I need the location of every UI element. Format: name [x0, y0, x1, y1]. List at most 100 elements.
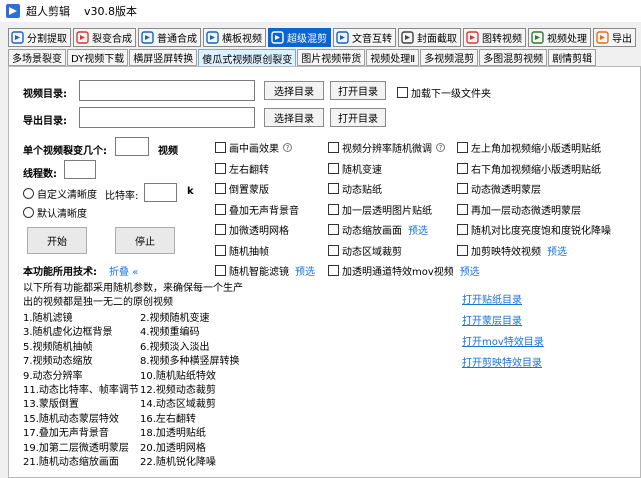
export-open-dir-button[interactable]: 打开目录: [330, 108, 386, 127]
default-resolution-radio[interactable]: 默认清晰度: [23, 205, 87, 220]
options_col1-item-6[interactable]: 随机抽帧: [215, 243, 269, 258]
tab-9[interactable]: 视频处理: [528, 28, 591, 47]
main-tab-bar: 分割提取 裂变合成 普通合成 横板视频 超级混剪 文音互转 封面截取 图转视频 视频处理 导出: [8, 28, 641, 47]
checkbox-box[interactable]: [457, 162, 468, 174]
help-icon[interactable]: ?: [283, 143, 292, 152]
subtab-3[interactable]: 横屏竖屏转换: [129, 49, 198, 66]
checkbox-box[interactable]: [215, 183, 226, 194]
options_col2-item-1[interactable]: 视频分辨率随机微调?: [328, 140, 445, 155]
options_col1-item-7[interactable]: 随机智能滤镜 预选: [215, 263, 315, 278]
stop-button[interactable]: 停止: [115, 227, 175, 254]
options_col2-item-3[interactable]: 动态贴纸: [328, 181, 382, 196]
options_col3-item-2[interactable]: 右下角加视频缩小版透明贴纸: [457, 161, 601, 176]
tab-3[interactable]: 普通合成: [138, 28, 201, 47]
export-select-dir-button[interactable]: 选择目录: [264, 108, 324, 127]
tab-4[interactable]: 横板视频: [203, 28, 266, 47]
checkbox-box[interactable]: [328, 162, 339, 174]
dir-link-1[interactable]: 打开贴纸目录: [462, 291, 522, 306]
feature-item: 8.视频多种横竖屏转换: [140, 356, 240, 368]
main-panel: 视频目录: 选择目录 打开目录 加载下一级文件夹 导出目录: 选择目录 打开目录…: [8, 66, 641, 478]
checkbox-box[interactable]: [215, 142, 226, 153]
options_col3-item-6[interactable]: 加剪映特效视频 预选: [457, 243, 567, 258]
tab-10[interactable]: 导出: [593, 28, 636, 47]
option-label: 叠加无声背景音: [229, 205, 299, 217]
per-video-count-input[interactable]: [115, 137, 149, 156]
subtab-1[interactable]: 多场景裂变: [8, 49, 66, 66]
checkbox-box[interactable]: [215, 203, 226, 215]
feature-item: 21.随机动态缩放画面: [23, 457, 119, 468]
bitrate-label: 比特率:: [105, 191, 139, 202]
tab-label: 横板视频: [222, 34, 262, 45]
checkbox-box[interactable]: [397, 87, 408, 98]
options_col3-item-4[interactable]: 再加一层动态微透明蒙层: [457, 202, 581, 217]
custom-resolution-radio[interactable]: 自定义清晰度: [23, 186, 97, 201]
options_col1-item-2[interactable]: 左右翻转: [215, 161, 269, 176]
option-label: 视频分辨率随机微调: [342, 144, 432, 155]
help-icon[interactable]: ?: [436, 143, 445, 152]
options_col3-item-1[interactable]: 左上角加视频缩小版透明贴纸: [457, 140, 601, 155]
tab-1[interactable]: 分割提取: [8, 28, 71, 47]
options_col1-item-4[interactable]: 叠加无声背景音: [215, 202, 299, 217]
subtab-7[interactable]: 多视频混剪: [420, 49, 479, 66]
compose-icon: [76, 31, 89, 44]
options_col2-item-5[interactable]: 动态缩放画面 预选: [328, 222, 428, 237]
radio-circle[interactable]: [23, 207, 34, 218]
options_col2-item-7[interactable]: 加透明通道特效mov视频 预选: [328, 263, 480, 278]
radio-circle[interactable]: [23, 188, 34, 199]
checkbox-box[interactable]: [215, 224, 226, 235]
bitrate-unit: k: [187, 186, 194, 197]
checkbox-box[interactable]: [215, 162, 226, 174]
options_col1-item-3[interactable]: 倒置蒙版: [215, 181, 269, 196]
app-title: 超人剪辑: [26, 5, 70, 18]
preview-link[interactable]: 预选: [547, 243, 567, 258]
checkbox-box[interactable]: [328, 224, 339, 235]
preview-link[interactable]: 预选: [408, 222, 428, 237]
options_col2-item-4[interactable]: 加一层透明图片贴纸: [328, 202, 432, 217]
collapse-button[interactable]: 折叠 «: [109, 263, 138, 278]
tab-5[interactable]: 超级混剪: [268, 28, 331, 47]
checkbox-box[interactable]: [457, 183, 468, 194]
dir-link-3[interactable]: 打开mov特效目录: [462, 333, 544, 348]
bitrate-input[interactable]: [144, 183, 177, 202]
options_col3-item-3[interactable]: 动态微透明蒙层: [457, 181, 541, 196]
options_col2-item-6[interactable]: 动态区域裁剪: [328, 243, 402, 258]
checkbox-box[interactable]: [328, 203, 339, 215]
load-subfolder-checkbox[interactable]: 加载下一级文件夹: [397, 85, 491, 100]
tab-6[interactable]: 文音互转: [333, 28, 396, 47]
checkbox-box[interactable]: [215, 244, 226, 256]
dir-link-2[interactable]: 打开蒙层目录: [462, 312, 522, 327]
subtab-2[interactable]: DY视频下载: [67, 49, 129, 66]
checkbox-box[interactable]: [328, 183, 339, 194]
subtab-6[interactable]: 视频处理Ⅱ: [366, 49, 420, 66]
checkbox-box[interactable]: [215, 265, 226, 276]
checkbox-box[interactable]: [457, 142, 468, 153]
checkbox-box[interactable]: [457, 203, 468, 215]
video-dir-input[interactable]: [79, 80, 255, 101]
checkbox-box[interactable]: [457, 224, 468, 235]
option-label: 加透明通道特效mov视频: [342, 267, 454, 278]
options_col2-item-2[interactable]: 随机变速: [328, 161, 382, 176]
checkbox-box[interactable]: [457, 244, 468, 256]
tab-2[interactable]: 裂变合成: [73, 28, 136, 47]
video-select-dir-button[interactable]: 选择目录: [264, 81, 324, 100]
options_col1-item-1[interactable]: 画中画效果?: [215, 140, 292, 155]
options_col3-item-5[interactable]: 随机对比度亮度饱和度锐化降噪: [457, 222, 611, 237]
options_col1-item-5[interactable]: 加微透明网格: [215, 222, 289, 237]
dir-link-4[interactable]: 打开剪映特效目录: [462, 354, 542, 369]
preview-link[interactable]: 预选: [460, 263, 480, 278]
preview-link[interactable]: 预选: [295, 263, 315, 278]
checkbox-box[interactable]: [328, 142, 339, 153]
checkbox-box[interactable]: [328, 265, 339, 276]
tab-label: 分割提取: [27, 34, 67, 45]
subtab-5[interactable]: 图片视频带货: [297, 49, 366, 66]
export-dir-input[interactable]: [79, 107, 255, 128]
checkbox-box[interactable]: [328, 244, 339, 256]
video-open-dir-button[interactable]: 打开目录: [330, 81, 386, 100]
tab-7[interactable]: 封面截取: [398, 28, 461, 47]
threads-input[interactable]: [64, 160, 96, 179]
subtab-9[interactable]: 剧情剪辑: [548, 49, 597, 66]
tab-8[interactable]: 图转视频: [463, 28, 526, 47]
subtab-8[interactable]: 多图混剪视频: [479, 49, 548, 66]
start-button[interactable]: 开始: [27, 227, 87, 254]
video-dir-label: 视频目录:: [23, 89, 67, 100]
